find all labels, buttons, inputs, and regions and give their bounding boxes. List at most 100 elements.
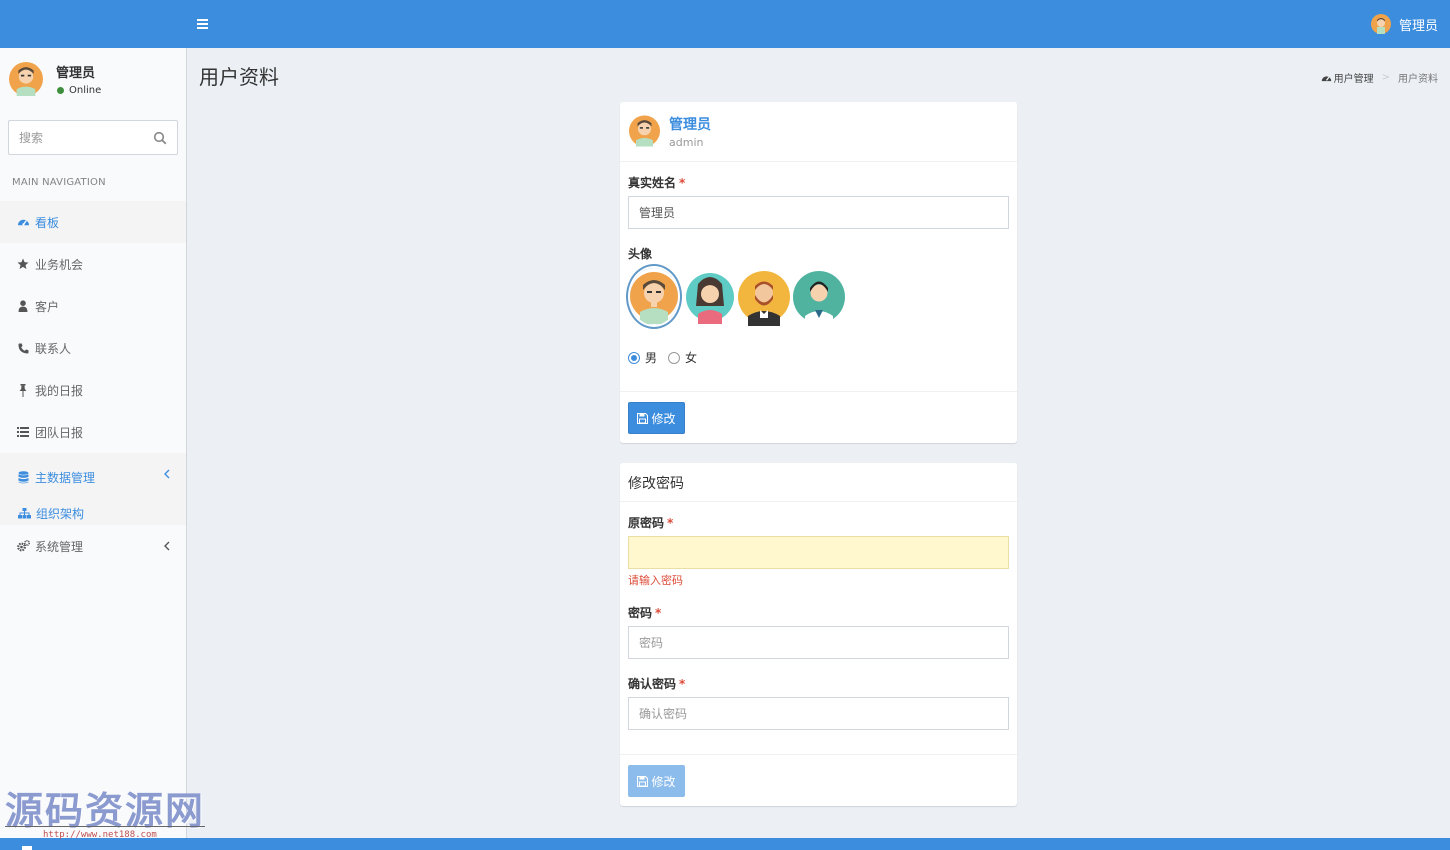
star-icon	[16, 257, 30, 271]
sidebar-item-team-daily-report[interactable]: 团队日报	[0, 411, 186, 453]
save-icon	[637, 412, 649, 424]
sidebar-item-label: 客户	[35, 299, 60, 314]
dashboard-icon	[16, 215, 30, 229]
watermark-url: http://www.net188.com	[43, 830, 157, 840]
divider	[620, 501, 1017, 502]
new-password-input[interactable]	[628, 626, 1009, 659]
online-status: Online	[57, 85, 101, 96]
gears-icon	[16, 539, 30, 553]
gender-radio-male[interactable]: 男	[628, 349, 657, 366]
database-icon	[16, 470, 30, 484]
old-password-input[interactable]	[628, 536, 1009, 569]
search-icon[interactable]	[153, 131, 167, 145]
password-box-title: 修改密码	[628, 476, 684, 492]
sidebar-item-label: 系统管理	[35, 539, 84, 554]
sitemap-icon	[18, 506, 32, 520]
sidebar-item-contacts[interactable]: 联系人	[0, 327, 186, 369]
sidebar-item-label: 我的日报	[35, 383, 84, 398]
profile-name: 管理员	[669, 117, 711, 133]
gender-radio-group: 男 女	[628, 349, 708, 366]
avatar-option-man-glasses[interactable]	[630, 268, 678, 325]
bottom-bar-marker	[22, 846, 32, 850]
avatar	[9, 62, 43, 96]
label-text: 原密码	[628, 516, 665, 530]
avatar-option-man-beard[interactable]	[738, 266, 790, 328]
sidebar-subitem-org-structure[interactable]: 组织架构	[18, 501, 84, 525]
sidebar-item-label: 团队日报	[35, 425, 84, 440]
avatar-label: 头像	[628, 247, 653, 261]
label-text: 真实姓名	[628, 176, 677, 190]
phone-icon	[16, 341, 30, 355]
sidebar-item-label: 业务机会	[35, 257, 84, 272]
watermark: 源码资源网 http://www.net188.com	[5, 780, 210, 842]
user-icon	[16, 299, 30, 313]
password-submit-button[interactable]: 修改	[628, 765, 685, 797]
pin-icon	[16, 383, 30, 397]
real-name-input[interactable]	[628, 196, 1009, 229]
required-mark: *	[679, 176, 686, 190]
profile-header: 管理员 admin	[620, 102, 1017, 162]
real-name-label: 真实姓名 *	[628, 174, 685, 191]
bottom-bar	[0, 838, 1450, 850]
button-label: 修改	[651, 774, 676, 789]
profile-login: admin	[669, 136, 704, 149]
breadcrumb-item-user-management[interactable]: 用户管理	[1321, 70, 1374, 85]
confirm-password-input[interactable]	[628, 697, 1009, 730]
sidebar-item-opportunities[interactable]: 业务机会	[0, 243, 186, 285]
sidebar-item-master-data[interactable]: 主数据管理	[0, 453, 186, 501]
sidebar-item-label: 联系人	[35, 341, 72, 356]
top-navbar: 管理员	[0, 0, 1450, 48]
nav-header: MAIN NAVIGATION	[12, 177, 106, 188]
dashboard-icon	[1321, 75, 1331, 81]
breadcrumb-label: 用户管理	[1333, 74, 1374, 85]
sidebar-search	[8, 120, 178, 155]
breadcrumb: 用户管理 > 用户资料	[1321, 70, 1438, 85]
profile-box: 管理员 admin 真实姓名* 头像	[620, 102, 1017, 443]
watermark-line	[5, 826, 205, 827]
sidebar-toggle-icon[interactable]	[197, 15, 213, 33]
label-text: 密码	[628, 606, 653, 620]
avatar-option-woman-doctor[interactable]	[793, 266, 845, 328]
gender-radio-female[interactable]: 女	[668, 349, 697, 366]
chevron-left-icon	[164, 469, 170, 479]
sidebar-item-label: 看板	[35, 215, 60, 230]
button-label: 修改	[651, 411, 676, 426]
chevron-left-icon	[164, 541, 170, 551]
confirm-password-label: 确认密码 *	[628, 675, 685, 692]
radio-unchecked-icon	[668, 351, 681, 364]
radio-label: 男	[645, 351, 658, 365]
avatar-option-woman[interactable]	[686, 266, 734, 328]
profile-submit-button[interactable]: 修改	[628, 402, 685, 434]
user-menu-name: 管理员	[1398, 18, 1438, 34]
sidebar-item-dashboard[interactable]: 看板	[0, 201, 186, 243]
sidebar-item-customers[interactable]: 客户	[0, 285, 186, 327]
breadcrumb-separator: >	[1381, 72, 1390, 83]
status-text: Online	[69, 85, 102, 96]
sidebar-subitem-label: 组织架构	[36, 506, 85, 521]
sidebar-item-system-settings[interactable]: 系统管理	[0, 525, 186, 567]
user-menu[interactable]: 管理员	[1370, 12, 1438, 36]
user-panel: 管理员 Online	[9, 58, 179, 102]
avatar	[629, 115, 660, 147]
search-input[interactable]	[19, 129, 149, 147]
required-mark: *	[679, 677, 686, 691]
status-dot-icon	[57, 87, 64, 94]
breadcrumb-current: 用户资料	[1398, 74, 1438, 85]
user-avatar-icon	[1370, 14, 1391, 34]
password-box: 修改密码 原密码 * 请输入密码 密码 * 确认密码 * 修改	[620, 463, 1017, 806]
radio-label: 女	[685, 351, 698, 365]
required-mark: *	[667, 516, 674, 530]
radio-checked-icon	[628, 351, 640, 364]
required-mark: *	[655, 606, 662, 620]
sidebar-item-my-daily-report[interactable]: 我的日报	[0, 369, 186, 411]
sidebar-item-label: 主数据管理	[35, 470, 96, 485]
old-password-label: 原密码 *	[628, 514, 673, 531]
submenu-master-data: 组织架构	[0, 501, 186, 525]
divider	[620, 754, 1017, 755]
sidebar-user-name: 管理员	[56, 66, 96, 81]
label-text: 确认密码	[628, 677, 677, 691]
list-icon	[16, 425, 30, 439]
sidebar: 管理员 Online MAIN NAVIGATION 看板 业务机会 客户	[0, 48, 187, 838]
new-password-label: 密码 *	[628, 604, 661, 621]
save-icon	[637, 775, 649, 787]
